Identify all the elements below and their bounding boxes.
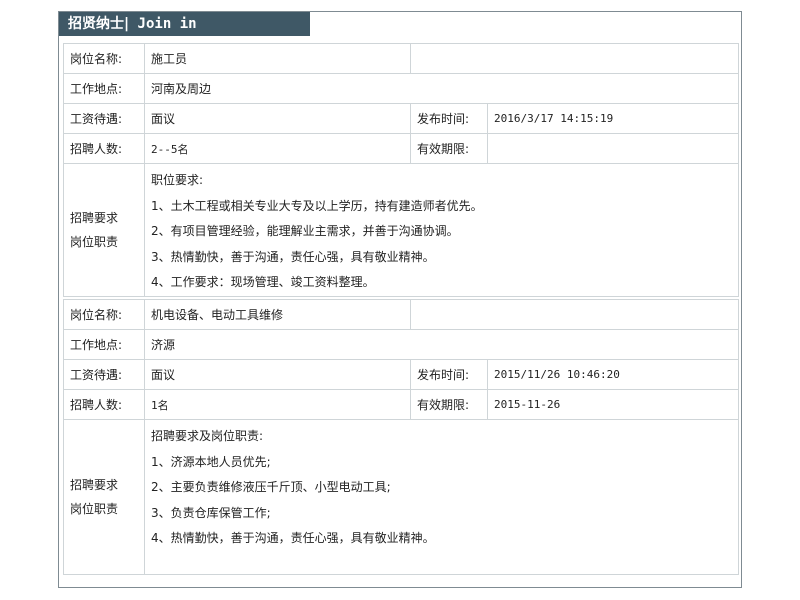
position-value: 施工员 bbox=[144, 43, 411, 74]
requirement-line: 职位要求: bbox=[151, 173, 204, 187]
requirements-row: 招聘要求 岗位职责 招聘要求及岗位职责: 1、济源本地人员优先; 2、主要负责维… bbox=[63, 419, 739, 575]
published-value: 2015/11/26 10:46:20 bbox=[487, 359, 739, 390]
location-label: 工作地点: bbox=[63, 73, 145, 104]
requirements-label-line2: 岗位职责 bbox=[70, 502, 119, 516]
headcount-label: 招聘人数: bbox=[63, 389, 145, 420]
position-empty-cell bbox=[410, 43, 739, 74]
salary-label: 工资待遇: bbox=[63, 359, 145, 390]
requirement-line: 4、热情勤快，善于沟通，责任心强，具有敬业精神。 bbox=[151, 531, 435, 545]
valid-until-value bbox=[487, 133, 739, 164]
location-value: 河南及周边 bbox=[144, 73, 739, 104]
salary-row: 工资待遇: 面议 发布时间: 2016/3/17 14:15:19 bbox=[63, 103, 739, 134]
location-value: 济源 bbox=[144, 329, 739, 360]
requirements-label: 招聘要求 岗位职责 bbox=[63, 163, 145, 297]
location-row: 工作地点: 济源 bbox=[63, 329, 739, 360]
requirements-label: 招聘要求 岗位职责 bbox=[63, 419, 145, 575]
requirements-label-line1: 招聘要求 bbox=[70, 478, 119, 492]
requirement-line: 3、负责仓库保管工作; bbox=[151, 505, 271, 520]
requirement-line: 1、土木工程或相关专业大专及以上学历，持有建造师者优先。 bbox=[151, 198, 483, 213]
salary-row: 工资待遇: 面议 发布时间: 2015/11/26 10:46:20 bbox=[63, 359, 739, 390]
requirements-body: 招聘要求及岗位职责: 1、济源本地人员优先; 2、主要负责维修液压千斤顶、小型电… bbox=[144, 419, 739, 575]
position-label: 岗位名称: bbox=[63, 43, 145, 74]
published-label: 发布时间: bbox=[410, 359, 488, 390]
section-title-en: Join in bbox=[129, 16, 197, 32]
requirement-line: 3、热情勤快，善于沟通，责任心强，具有敬业精神。 bbox=[151, 249, 435, 264]
section-title-zh: 招贤纳士| bbox=[68, 16, 130, 32]
requirement-line: 2、主要负责维修液压千斤顶、小型电动工具; bbox=[151, 480, 391, 494]
headcount-value: 2--5名 bbox=[144, 133, 411, 164]
location-row: 工作地点: 河南及周边 bbox=[63, 73, 739, 104]
location-label: 工作地点: bbox=[63, 329, 145, 360]
job-card: 岗位名称: 施工员 工作地点: 河南及周边 工资待遇: 面议 发布时间: 201… bbox=[63, 43, 739, 297]
headcount-row: 招聘人数: 2--5名 有效期限: bbox=[63, 133, 739, 164]
salary-value: 面议 bbox=[144, 359, 411, 390]
salary-label: 工资待遇: bbox=[63, 103, 145, 134]
salary-value: 面议 bbox=[144, 103, 411, 134]
requirements-label-line1: 招聘要求 bbox=[70, 210, 119, 225]
position-label: 岗位名称: bbox=[63, 299, 145, 330]
position-row: 岗位名称: 施工员 bbox=[63, 43, 739, 74]
section-title: 招贤纳士| Join in bbox=[59, 12, 310, 36]
requirement-line: 1、济源本地人员优先; bbox=[151, 454, 271, 469]
valid-until-value: 2015-11-26 bbox=[487, 389, 739, 420]
position-row: 岗位名称: 机电设备、电动工具维修 bbox=[63, 299, 739, 330]
requirements-body: 职位要求: 1、土木工程或相关专业大专及以上学历，持有建造师者优先。 2、有项目… bbox=[144, 163, 739, 297]
valid-until-label: 有效期限: bbox=[410, 133, 488, 164]
requirements-row: 招聘要求 岗位职责 职位要求: 1、土木工程或相关专业大专及以上学历，持有建造师… bbox=[63, 163, 739, 297]
job-listing-panel: 招贤纳士| Join in 岗位名称: 施工员 工作地点: 河南及周边 工资待遇… bbox=[58, 11, 742, 588]
requirements-label-line2: 岗位职责 bbox=[70, 234, 119, 249]
valid-until-label: 有效期限: bbox=[410, 389, 488, 420]
job-card: 岗位名称: 机电设备、电动工具维修 工作地点: 济源 工资待遇: 面议 发布时间… bbox=[63, 299, 739, 575]
requirement-line: 2、有项目管理经验，能理解业主需求，并善于沟通协调。 bbox=[151, 224, 459, 238]
requirement-line: 招聘要求及岗位职责: bbox=[151, 429, 264, 443]
published-label: 发布时间: bbox=[410, 103, 488, 134]
position-value: 机电设备、电动工具维修 bbox=[144, 299, 411, 330]
headcount-label: 招聘人数: bbox=[63, 133, 145, 164]
headcount-row: 招聘人数: 1名 有效期限: 2015-11-26 bbox=[63, 389, 739, 420]
requirement-line: 4、工作要求：现场管理、竣工资料整理。 bbox=[151, 275, 375, 289]
headcount-value: 1名 bbox=[144, 389, 411, 420]
position-empty-cell bbox=[410, 299, 739, 330]
published-value: 2016/3/17 14:15:19 bbox=[487, 103, 739, 134]
